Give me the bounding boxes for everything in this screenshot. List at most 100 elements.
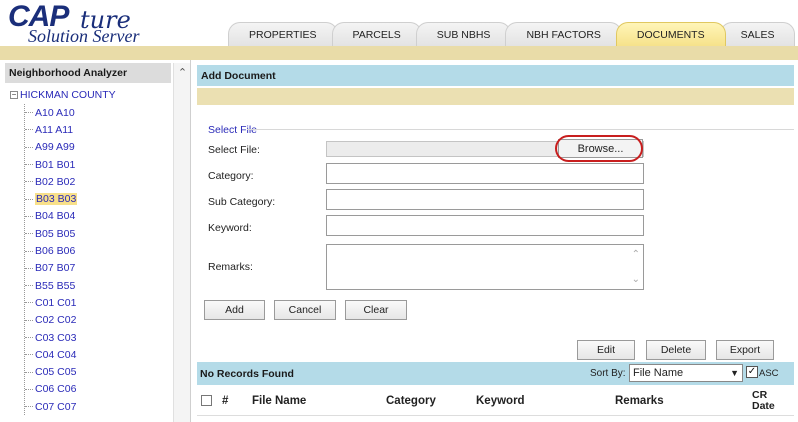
- tree-item-label[interactable]: C01 C01: [35, 297, 76, 309]
- tree-root[interactable]: − HICKMAN COUNTY: [10, 88, 170, 102]
- sort-by-label: Sort By:: [590, 368, 626, 379]
- column-remarks[interactable]: Remarks: [615, 395, 664, 407]
- keyword-input[interactable]: [326, 215, 644, 236]
- tree-item[interactable]: A11 A11: [25, 121, 170, 138]
- clear-button[interactable]: Clear: [345, 300, 407, 320]
- scroll-up-icon[interactable]: ⌃: [632, 249, 640, 260]
- logo-subtitle: Solution Server: [28, 26, 140, 46]
- main-tabs: PROPERTIES PARCELS SUB NBHS NBH FACTORS DOCU…: [228, 22, 796, 46]
- edit-button[interactable]: Edit: [577, 340, 635, 360]
- tree-item-label[interactable]: B02 B02: [35, 176, 75, 188]
- category-input[interactable]: [326, 163, 644, 184]
- tree-item-label[interactable]: C04 C04: [35, 349, 76, 361]
- add-button[interactable]: Add: [204, 300, 265, 320]
- column-keyword[interactable]: Keyword: [476, 395, 525, 407]
- tree-connector: [25, 406, 33, 408]
- tree-item[interactable]: C03 C03: [25, 329, 170, 346]
- column-cr-date[interactable]: CR Date: [752, 390, 775, 412]
- tree-item[interactable]: C07 C07: [25, 398, 170, 415]
- tree-item-label[interactable]: A10 A10: [35, 107, 75, 119]
- tree-item[interactable]: B01 B01: [25, 156, 170, 173]
- tree-item[interactable]: B55 B55: [25, 277, 170, 294]
- tree-item-label[interactable]: B01 B01: [35, 159, 75, 171]
- tree-item[interactable]: B04 B04: [25, 208, 170, 225]
- tree-item[interactable]: C04 C04: [25, 346, 170, 363]
- tree-item-label[interactable]: C07 C07: [35, 401, 76, 413]
- column-number[interactable]: #: [222, 395, 228, 407]
- tree-connector: [25, 164, 33, 166]
- add-document-header: Add Document: [197, 65, 794, 86]
- tree-item-label[interactable]: A99 A99: [35, 141, 75, 153]
- tree-item[interactable]: C06 C06: [25, 381, 170, 398]
- tree-item[interactable]: C02 C02: [25, 312, 170, 329]
- tree-item[interactable]: B05 B05: [25, 225, 170, 242]
- tree-item[interactable]: B03 B03: [25, 190, 170, 207]
- fieldset-divider: [247, 129, 794, 130]
- tree-item[interactable]: B07 B07: [25, 260, 170, 277]
- tree-item-label[interactable]: C02 C02: [35, 314, 76, 326]
- records-status: No Records Found: [200, 368, 294, 380]
- export-button[interactable]: Export: [716, 340, 774, 360]
- sort-by-select[interactable]: File Name ▼: [629, 364, 743, 382]
- asc-checkbox[interactable]: ✓: [746, 366, 758, 378]
- tab-parcels[interactable]: PARCELS: [331, 22, 422, 46]
- collapse-icon[interactable]: −: [10, 91, 18, 99]
- column-date-label: Date: [752, 400, 775, 412]
- add-document-band: [197, 88, 794, 105]
- tree-connector: [25, 267, 33, 269]
- tree-item-label[interactable]: B55 B55: [35, 280, 75, 292]
- tree-item-label[interactable]: C03 C03: [35, 332, 76, 344]
- main-content: Add Document Select File Select File: Br…: [197, 60, 798, 422]
- sub-category-label: Sub Category:: [208, 196, 276, 208]
- tree-root-label[interactable]: HICKMAN COUNTY: [20, 89, 116, 101]
- tree-item-label[interactable]: C06 C06: [35, 383, 76, 395]
- chevron-up-icon[interactable]: ⌃: [177, 68, 188, 79]
- chevron-down-icon[interactable]: ▼: [730, 368, 739, 378]
- tree-item-label[interactable]: B04 B04: [35, 210, 75, 222]
- neighborhood-panel-title: Neighborhood Analyzer: [5, 63, 171, 83]
- tree-item-label[interactable]: A11 A11: [35, 124, 73, 136]
- tree-item-label[interactable]: B06 B06: [35, 245, 75, 257]
- scroll-down-icon[interactable]: ⌄: [632, 274, 640, 285]
- tree-item-label[interactable]: B03 B03: [35, 193, 78, 206]
- tab-properties[interactable]: PROPERTIES: [228, 22, 338, 46]
- app-logo: CAP ture Solution Server: [8, 0, 240, 46]
- tree-item-label[interactable]: B07 B07: [35, 262, 75, 274]
- delete-button[interactable]: Delete: [646, 340, 706, 360]
- category-label: Category:: [208, 170, 254, 182]
- sub-category-input[interactable]: [326, 189, 644, 210]
- select-all-checkbox[interactable]: [201, 395, 212, 406]
- tab-sales[interactable]: SALES: [719, 22, 796, 46]
- select-file-label: Select File:: [208, 144, 260, 156]
- tree-connector: [25, 198, 33, 200]
- cancel-button[interactable]: Cancel: [274, 300, 336, 320]
- tree-item[interactable]: A99 A99: [25, 139, 170, 156]
- tab-sub-nbhs[interactable]: SUB NBHS: [415, 22, 512, 46]
- tree-item[interactable]: A10 A10: [25, 104, 170, 121]
- tab-documents[interactable]: DOCUMENTS: [615, 22, 726, 46]
- tree-connector: [25, 181, 33, 183]
- tree-connector: [25, 302, 33, 304]
- tree-item[interactable]: B02 B02: [25, 173, 170, 190]
- column-file-name[interactable]: File Name: [252, 395, 306, 407]
- tab-nbh-factors[interactable]: NBH FACTORS: [505, 22, 622, 46]
- sort-by-value: File Name: [633, 367, 684, 379]
- tree-connector: [25, 129, 33, 131]
- tree-connector: [25, 146, 33, 148]
- panel-scrollbar[interactable]: ⌃: [173, 63, 190, 422]
- tree-connector: [25, 354, 33, 356]
- browse-button[interactable]: Browse...: [558, 139, 643, 158]
- tree-children: A10 A10 A11 A11 A99 A99 B01 B01 B02 B02 B03 B…: [24, 104, 170, 416]
- tree-connector: [25, 337, 33, 338]
- remarks-textarea[interactable]: ⌃ ⌄: [326, 244, 644, 290]
- tree-item[interactable]: C05 C05: [25, 363, 170, 380]
- tree-item-label[interactable]: C05 C05: [35, 366, 76, 378]
- column-category[interactable]: Category: [386, 395, 436, 407]
- tree-item-label[interactable]: B05 B05: [35, 228, 75, 240]
- app-header: CAP ture Solution Server PROPERTIES PARCE…: [0, 0, 798, 46]
- tree-connector: [25, 319, 33, 321]
- tree-item[interactable]: C01 C01: [25, 294, 170, 311]
- tree-item[interactable]: B06 B06: [25, 242, 170, 259]
- keyword-label: Keyword:: [208, 222, 252, 234]
- tree-connector: [25, 233, 33, 235]
